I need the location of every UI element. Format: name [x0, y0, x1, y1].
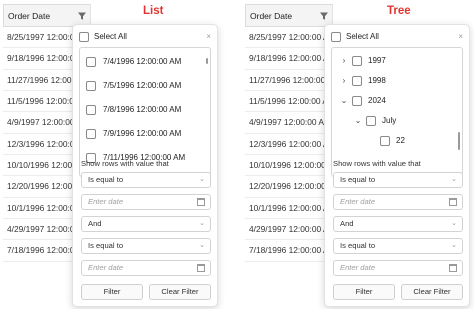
chevron-down-icon[interactable]: ⌄ [340, 94, 348, 108]
operator-select-1[interactable]: Is equal to ⌄ [333, 172, 463, 188]
checkbox-list[interactable]: 7/4/1996 12:00:00 AM 7/5/1996 12:00:00 A… [79, 47, 211, 177]
table-row[interactable]: 8/25/1997 12:00:00 AM [245, 27, 332, 49]
column-header-label: Order Date [8, 11, 51, 21]
logic-value: And [88, 219, 102, 228]
table-row[interactable]: 9/18/1996 12:00:00 AM [245, 48, 332, 70]
table-row[interactable]: 10/10/1996 12:00:00 AM [245, 155, 332, 177]
table-row[interactable]: 12/3/1996 12:00:00 AM [245, 134, 332, 156]
chevron-down-icon: ⌄ [451, 176, 457, 183]
list-item-label: 7/9/1996 12:00:00 AM [103, 129, 182, 138]
calendar-icon[interactable] [449, 198, 457, 206]
operator-value: Is equal to [340, 175, 376, 184]
calendar-icon[interactable] [197, 198, 205, 206]
filter-button[interactable]: Filter [81, 284, 143, 300]
operator-select-2[interactable]: Is equal to ⌄ [333, 238, 463, 254]
show-rows-label: Show rows with value that [333, 159, 421, 168]
show-rows-label: Show rows with value that [81, 159, 169, 168]
chevron-down-icon[interactable]: ⌄ [354, 114, 362, 128]
close-icon[interactable]: × [458, 30, 463, 44]
tree-node-label: 22 [396, 136, 405, 145]
checkbox[interactable] [352, 76, 362, 86]
filter-icon[interactable] [77, 11, 87, 21]
clear-filter-button[interactable]: Clear Filter [149, 284, 211, 300]
calendar-icon[interactable] [449, 264, 457, 272]
select-all-checkbox[interactable]: Select All [79, 30, 211, 44]
column-header-order-date[interactable]: Order Date [245, 4, 332, 27]
operator-value: Is equal to [88, 241, 124, 250]
table-row[interactable]: 11/5/1996 12:00:00 AM [245, 91, 332, 113]
checkbox[interactable] [86, 81, 96, 91]
date-placeholder: Enter date [340, 197, 376, 206]
date-placeholder: Enter date [88, 263, 124, 272]
checkbox[interactable] [352, 96, 362, 106]
checkbox[interactable] [86, 57, 96, 67]
caption-list: List [143, 5, 164, 17]
chevron-right-icon[interactable]: › [340, 74, 348, 88]
scrollbar[interactable] [458, 132, 460, 150]
date-placeholder: Enter date [88, 197, 124, 206]
chevron-down-icon: ⌄ [199, 176, 205, 183]
chevron-down-icon: ⌄ [451, 242, 457, 249]
filter-popup-list: Select All × 7/4/1996 12:00:00 AM 7/5/19… [72, 24, 218, 307]
date-input-2[interactable]: Enter date [333, 260, 463, 276]
chevron-down-icon: ⌄ [199, 242, 205, 249]
table-row[interactable]: 4/9/1997 12:00:00 AM [245, 112, 332, 134]
table-row[interactable]: 4/29/1997 12:00:00 AM [245, 219, 332, 241]
list-item-label: 7/4/1996 12:00:00 AM [103, 57, 182, 66]
date-placeholder: Enter date [340, 263, 376, 272]
table-row[interactable]: 7/18/1996 12:00:00 AM [245, 240, 332, 262]
chevron-right-icon[interactable]: › [340, 54, 348, 68]
checkbox[interactable] [352, 56, 362, 66]
select-all-label: Select All [346, 32, 379, 41]
checkbox[interactable] [380, 136, 390, 146]
checkbox[interactable] [366, 116, 376, 126]
chevron-down-icon: ⌄ [451, 220, 457, 227]
scrollbar[interactable] [206, 58, 208, 64]
logic-select[interactable]: And ⌄ [81, 216, 211, 232]
logic-select[interactable]: And ⌄ [333, 216, 463, 232]
tree-node-label: 1997 [368, 56, 386, 65]
chevron-down-icon: ⌄ [199, 220, 205, 227]
checkbox-tree[interactable]: › 1997 › 1998 ⌄ 2024 ⌄ July 22 [331, 47, 463, 177]
checkbox[interactable] [86, 129, 96, 139]
tree-node-label: July [382, 116, 397, 125]
list-item-label: 7/8/1996 12:00:00 AM [103, 105, 182, 114]
calendar-icon[interactable] [197, 264, 205, 272]
table-row[interactable]: 10/1/1996 12:00:00 AM [245, 198, 332, 220]
operator-select-1[interactable]: Is equal to ⌄ [81, 172, 211, 188]
checkbox[interactable] [86, 105, 96, 115]
table-row[interactable]: 12/20/1996 12:00:00 AM [245, 176, 332, 198]
date-input-1[interactable]: Enter date [333, 194, 463, 210]
list-item-label: 7/5/1996 12:00:00 AM [103, 81, 182, 90]
operator-value: Is equal to [340, 241, 376, 250]
close-icon[interactable]: × [206, 30, 211, 44]
filter-popup-tree: Select All × › 1997 › 1998 ⌄ 2024 ⌄ July… [324, 24, 470, 307]
select-all-label: Select All [94, 32, 127, 41]
operator-value: Is equal to [88, 175, 124, 184]
tree-node-label: 2024 [368, 96, 386, 105]
checkbox[interactable] [331, 32, 341, 42]
table-row[interactable]: 11/27/1996 12:00:00 AM [245, 70, 332, 92]
date-input-1[interactable]: Enter date [81, 194, 211, 210]
caption-tree: Tree [387, 5, 411, 17]
checkbox[interactable] [79, 32, 89, 42]
filter-icon[interactable] [319, 11, 329, 21]
logic-value: And [340, 219, 354, 228]
filter-button[interactable]: Filter [333, 284, 395, 300]
operator-select-2[interactable]: Is equal to ⌄ [81, 238, 211, 254]
column-header-label: Order Date [250, 11, 293, 21]
tree-node-label: 1998 [368, 76, 386, 85]
date-input-2[interactable]: Enter date [81, 260, 211, 276]
clear-filter-button[interactable]: Clear Filter [401, 284, 463, 300]
order-date-grid-tree: Order Date 8/25/1997 12:00:00 AM 9/18/19… [245, 4, 333, 304]
select-all-checkbox[interactable]: Select All [331, 30, 463, 44]
